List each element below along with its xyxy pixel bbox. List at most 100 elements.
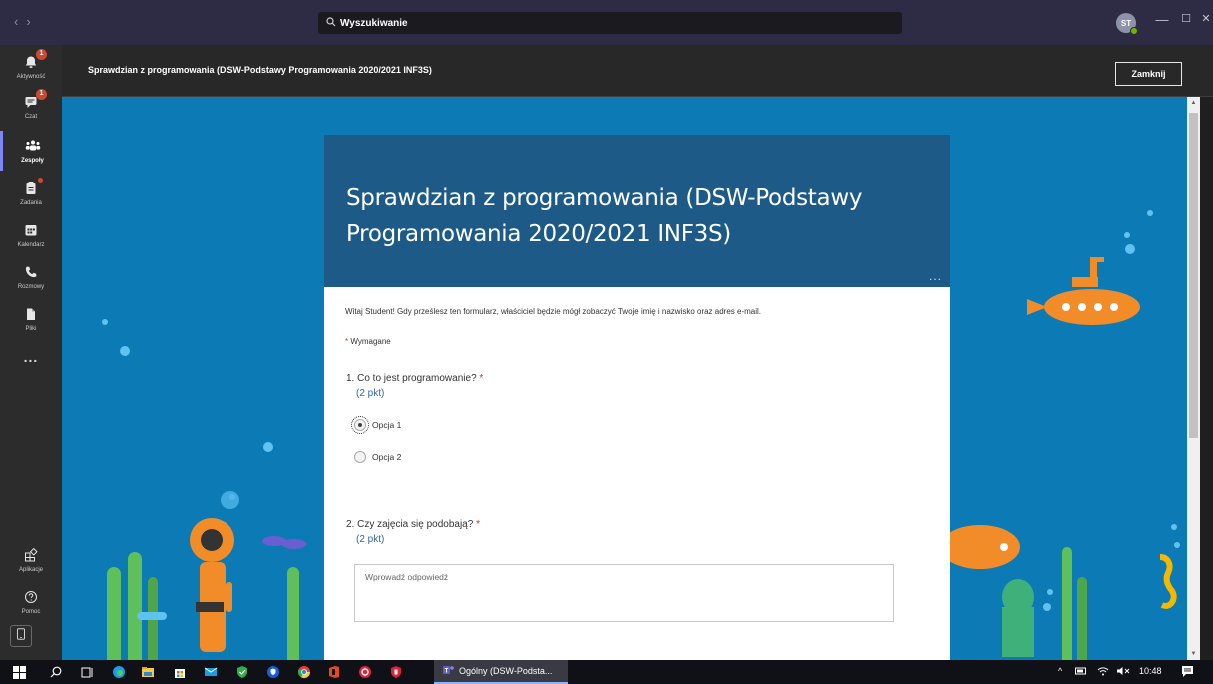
assignments-icon xyxy=(24,177,43,198)
right-edge xyxy=(1200,97,1213,660)
form-body: Witaj Student! Gdy prześlesz ten formula… xyxy=(324,287,950,660)
rail-label-apps: Aplikacje xyxy=(18,566,43,573)
apps-icon xyxy=(24,547,38,565)
notifications-icon[interactable] xyxy=(1181,665,1194,680)
edge-browser-icon[interactable] xyxy=(111,664,127,680)
bitwarden-icon[interactable] xyxy=(265,664,281,680)
wifi-icon[interactable] xyxy=(1097,666,1109,678)
bell-icon: 1 xyxy=(24,48,47,72)
taskbar-teams-window[interactable]: Ogólny (DSW-Podsta... xyxy=(434,660,568,684)
radio-option-1[interactable] xyxy=(351,416,369,434)
store-icon[interactable] xyxy=(172,664,188,680)
clock-time[interactable]: 10:48 xyxy=(1139,666,1162,676)
phone-icon xyxy=(24,265,38,282)
help-icon xyxy=(24,590,38,607)
answer-input[interactable]: Wprowadź odpowiedź xyxy=(354,564,894,622)
start-windows-icon[interactable] xyxy=(11,664,27,680)
chat-badge: 1 xyxy=(36,88,47,100)
office-icon[interactable] xyxy=(326,664,342,680)
scroll-thumb[interactable] xyxy=(1189,113,1198,438)
opera-icon[interactable] xyxy=(357,664,373,680)
rail-item-teams[interactable]: Zespoły xyxy=(0,131,62,171)
presence-status-icon xyxy=(1130,27,1138,35)
question-1-option-2[interactable]: Opcja 2 xyxy=(354,451,401,463)
rail-label-chat: Czat xyxy=(24,113,38,120)
rail-label-calls: Rozmowy xyxy=(17,283,45,290)
activity-badge: 1 xyxy=(36,48,47,60)
rail-label-activity: Aktywność xyxy=(16,73,46,80)
form-intro-text: Witaj Student! Gdy prześlesz ten formula… xyxy=(345,307,762,316)
rail-label-teams: Zespoły xyxy=(21,157,44,164)
rail-item-help[interactable]: Pomoc xyxy=(0,582,62,622)
question-2-text: 2. Czy zajęcia się podobają? xyxy=(346,519,474,530)
file-explorer-icon[interactable] xyxy=(140,664,156,680)
rail-item-calendar[interactable]: Kalendarz xyxy=(0,215,62,255)
question-1-required-star: * xyxy=(479,373,484,384)
required-note: * Wymagane xyxy=(345,337,391,346)
shield-icon[interactable] xyxy=(234,664,250,680)
rail-item-calls[interactable]: Rozmowy xyxy=(0,257,62,297)
files-icon xyxy=(24,307,38,324)
maximize-button[interactable]: ☐ xyxy=(1176,12,1196,25)
tray-overflow-caret[interactable]: ^ xyxy=(1058,666,1062,676)
rail-label-files: Pliki xyxy=(25,325,37,332)
scroll-down-icon[interactable]: ▼ xyxy=(1187,648,1200,660)
required-label: Wymagane xyxy=(350,337,391,346)
teams-window: ‹› Wyszukiwanie ST — ☐ ✕ 1 Aktywność 1 C… xyxy=(0,0,1213,684)
mobile-device-icon xyxy=(16,627,26,645)
teams-icon xyxy=(25,139,41,156)
teams-taskbar-icon xyxy=(442,664,454,678)
more-icon: ... xyxy=(23,349,39,365)
search-text: Wyszukiwanie xyxy=(340,17,408,29)
content-scrollbar[interactable]: ▲ ▼ xyxy=(1187,97,1200,660)
volume-muted-icon[interactable] xyxy=(1116,666,1130,678)
assignments-dot xyxy=(38,177,43,183)
question-1-title: 1. Co to jest programowanie? * xyxy=(346,373,483,384)
radio-option-2[interactable] xyxy=(354,451,366,463)
taskbar-teams-label: Ogólny (DSW-Podsta... xyxy=(459,666,553,676)
battery-icon[interactable] xyxy=(1075,666,1087,678)
antivirus-icon[interactable] xyxy=(388,664,404,680)
avatar[interactable]: ST xyxy=(1116,13,1138,35)
mail-icon[interactable] xyxy=(203,664,219,680)
forward-arrow-icon[interactable]: › xyxy=(26,14,38,29)
question-1-option-1[interactable]: Opcja 1 xyxy=(351,416,402,434)
task-view-icon[interactable] xyxy=(79,664,95,680)
more-options-icon[interactable]: ... xyxy=(929,269,942,283)
nav-arrows: ‹› xyxy=(14,14,39,29)
answer-placeholder: Wprowadź odpowiedź xyxy=(365,572,449,582)
rail-item-activity[interactable]: 1 Aktywność xyxy=(0,47,62,87)
rail-item-more[interactable]: ... xyxy=(0,337,62,377)
windows-taskbar: Ogólny (DSW-Podsta... ^ 10:48 xyxy=(0,660,1213,684)
form-title: Sprawdzian z programowania (DSW-Podstawy… xyxy=(346,185,863,247)
required-star: * xyxy=(345,337,349,346)
calendar-icon xyxy=(24,223,38,240)
form-content-area[interactable]: Sprawdzian z programowania (DSW-Podstawy… xyxy=(62,97,1187,660)
device-button[interactable] xyxy=(10,625,32,647)
search-taskbar-icon[interactable] xyxy=(48,664,64,680)
back-arrow-icon[interactable]: ‹ xyxy=(14,14,26,29)
option-1-label: Opcja 1 xyxy=(372,420,402,430)
rail-label-help: Pomoc xyxy=(21,608,41,615)
avatar-initials: ST xyxy=(1120,18,1132,28)
rail-label-calendar: Kalendarz xyxy=(17,241,45,248)
title-bar: ‹› Wyszukiwanie ST — ☐ ✕ xyxy=(0,0,1213,45)
rail-item-files[interactable]: Pliki xyxy=(0,299,62,339)
rail-item-apps[interactable]: Aplikacje xyxy=(0,540,62,580)
close-panel-button[interactable]: Zamknij xyxy=(1115,62,1182,86)
octopus-illustration xyxy=(1002,579,1034,657)
scroll-up-icon[interactable]: ▲ xyxy=(1187,97,1200,109)
minimize-button[interactable]: — xyxy=(1152,12,1172,27)
rail-item-chat[interactable]: 1 Czat xyxy=(0,87,62,127)
form-panel-header: Sprawdzian z programowania (DSW-Podstawy… xyxy=(62,45,1213,97)
question-2-required-star: * xyxy=(476,519,480,530)
question-1-points: (2 pkt) xyxy=(356,388,385,399)
panel-title: Sprawdzian z programowania (DSW-Podstawy… xyxy=(88,65,432,75)
rail-label-assignments: Zadania xyxy=(20,199,42,206)
search-input[interactable]: Wyszukiwanie xyxy=(318,12,902,34)
chrome-icon[interactable] xyxy=(296,664,312,680)
chat-icon: 1 xyxy=(24,88,47,112)
rail-item-assignments[interactable]: Zadania xyxy=(0,173,62,213)
question-2-points: (2 pkt) xyxy=(356,534,385,545)
close-window-button[interactable]: ✕ xyxy=(1196,12,1213,25)
